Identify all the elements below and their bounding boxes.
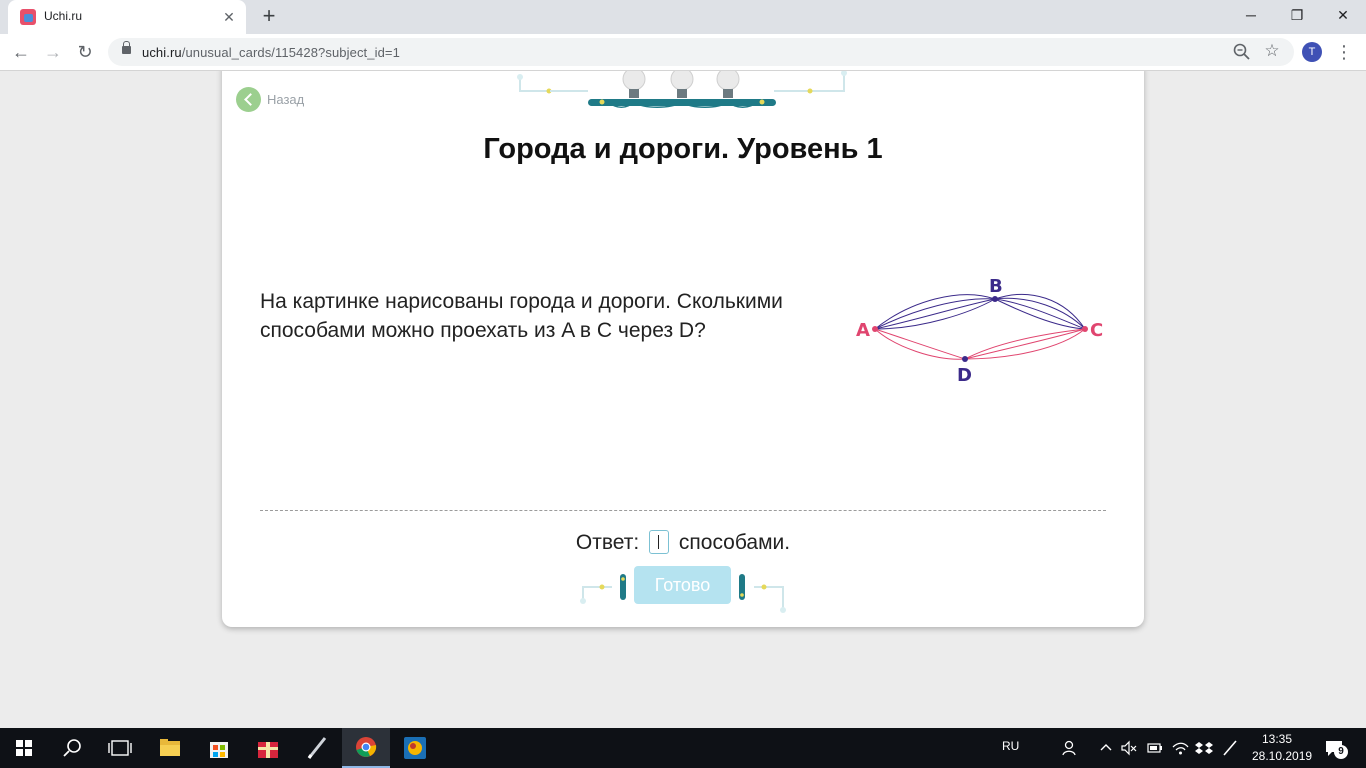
light-bulbs-decoration xyxy=(517,71,847,108)
bookmark-star-icon[interactable]: ☆ xyxy=(1262,40,1282,62)
browser-tab[interactable]: Uchi.ru ✕ xyxy=(8,0,246,34)
node-d xyxy=(962,356,968,362)
zoom-icon[interactable] xyxy=(1232,42,1252,62)
url-text: uchi.ru/unusual_cards/115428?subject_id=… xyxy=(142,45,400,60)
chevron-up-icon[interactable] xyxy=(1098,740,1114,756)
bulb-3 xyxy=(716,71,740,98)
roads-b-c xyxy=(994,293,1086,330)
dropbox-icon[interactable] xyxy=(1194,738,1214,758)
browser-toolbar: ← → ↻ uchi.ru/unusual_cards/115428?subje… xyxy=(0,34,1366,71)
notification-count-badge: 9 xyxy=(1334,745,1348,759)
answer-row: Ответ: способами. xyxy=(222,530,1144,555)
language-indicator[interactable]: RU xyxy=(1002,739,1019,753)
game-icon[interactable] xyxy=(391,728,439,768)
ready-button-wrap: Готово xyxy=(578,565,788,617)
roads-d-c xyxy=(964,328,1086,360)
cities-roads-diagram: A B C D xyxy=(856,276,1103,386)
answer-prefix: Ответ: xyxy=(575,531,640,554)
node-c xyxy=(1082,326,1088,332)
battery-icon[interactable] xyxy=(1144,739,1164,757)
wifi-icon[interactable] xyxy=(1170,738,1190,758)
close-window-button[interactable]: ✕ xyxy=(1320,0,1366,30)
tab-close-icon[interactable]: ✕ xyxy=(220,8,238,26)
task-view-icon[interactable] xyxy=(96,728,144,768)
roads-a-d xyxy=(874,328,966,360)
back-arrow-icon[interactable]: ← xyxy=(8,40,34,64)
back-button[interactable]: Назад xyxy=(236,87,304,112)
label-b: B xyxy=(989,276,1003,297)
node-a xyxy=(872,326,878,332)
forward-arrow-icon[interactable]: → xyxy=(40,40,66,64)
new-tab-button[interactable]: + xyxy=(256,5,282,29)
page-viewport: Назад Города и дороги. Уровень 1 На карт… xyxy=(0,71,1366,728)
dashed-divider xyxy=(260,510,1106,511)
bulb-1 xyxy=(622,71,646,98)
tab-title: Uchi.ru xyxy=(44,9,83,23)
search-icon[interactable] xyxy=(48,728,96,768)
label-c: C xyxy=(1090,320,1103,341)
pen-icon[interactable] xyxy=(293,728,341,768)
back-label: Назад xyxy=(267,92,305,107)
reload-icon[interactable]: ↻ xyxy=(72,40,98,64)
answer-suffix: способами. xyxy=(678,531,791,554)
lock-icon xyxy=(122,41,131,54)
browser-menu-icon[interactable]: ⋮ xyxy=(1334,40,1354,64)
minimize-button[interactable]: ─ xyxy=(1228,0,1274,30)
windows-taskbar: RU 13:35 28.10.2019 9 xyxy=(0,728,1366,768)
bulb-2 xyxy=(670,71,694,98)
volume-muted-icon[interactable] xyxy=(1120,739,1138,757)
question-text: На картинке нарисованы города и дороги. … xyxy=(260,290,783,342)
chrome-taskbar-button[interactable] xyxy=(342,728,390,768)
roads-a-b xyxy=(874,294,996,330)
file-explorer-icon[interactable] xyxy=(146,728,194,768)
chevron-left-icon xyxy=(236,87,261,112)
label-d: D xyxy=(957,365,972,386)
windows-start-icon[interactable] xyxy=(0,728,48,768)
people-icon[interactable] xyxy=(1060,738,1080,758)
restore-button[interactable]: ❐ xyxy=(1274,0,1320,30)
tab-bar: Uchi.ru ✕ + ─ ❐ ✕ xyxy=(0,0,1366,34)
answer-input[interactable] xyxy=(649,530,670,554)
store-icon[interactable] xyxy=(195,728,243,768)
clock-time[interactable]: 13:35 xyxy=(1262,732,1292,746)
ink-workspace-icon[interactable] xyxy=(1220,738,1240,758)
clock-date[interactable]: 28.10.2019 xyxy=(1252,749,1312,763)
address-bar[interactable]: uchi.ru/unusual_cards/115428?subject_id=… xyxy=(108,38,1294,66)
task-card: Назад Города и дороги. Уровень 1 На карт… xyxy=(222,71,1144,627)
label-a: A xyxy=(856,320,870,341)
gift-icon[interactable] xyxy=(244,728,292,768)
ready-button[interactable]: Готово xyxy=(634,566,731,604)
page-title: Города и дороги. Уровень 1 xyxy=(483,133,883,165)
chrome-icon xyxy=(356,737,377,757)
uchi-favicon-icon xyxy=(20,9,36,25)
profile-avatar[interactable]: T xyxy=(1302,42,1322,62)
